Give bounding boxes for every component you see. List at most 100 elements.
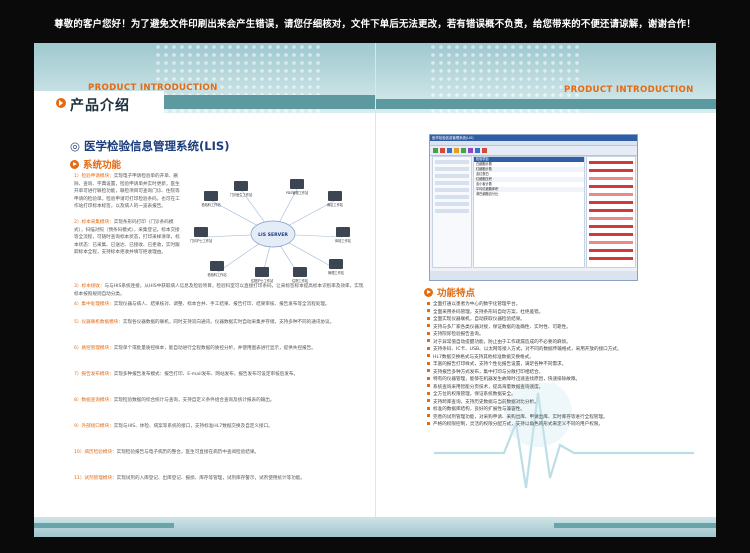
form-field	[435, 202, 469, 206]
feature-item: 特有的仪器管理，能够在机器发生故障时迅速查找原因，快速排除故障。	[427, 376, 682, 384]
sample-row	[589, 177, 633, 180]
sample-row	[589, 249, 633, 252]
sample-row	[589, 257, 633, 260]
node-label: 门诊医生工作站	[230, 192, 253, 197]
sample-row	[589, 233, 633, 236]
function-item-8: 8）数据查询模块：实现检验数据的综合统计与查询，支持自定义条件组合查询及统计报表…	[74, 397, 366, 421]
node-label: 检验科工作站	[201, 202, 221, 207]
function-item-1: 1）检验申请模块：实现电子申请检验单的开单、删除、查询、字典设置，检验申请单并实…	[74, 173, 184, 219]
computer-icon	[328, 191, 342, 201]
feature-item: 严格的权限控制，灵活的权限分配方式，支持以角色的形式来定义不同的用户权限。	[427, 421, 682, 429]
circle-bullet-icon: ◎	[70, 139, 85, 153]
item-number: 8）数据查询模块：	[74, 398, 114, 403]
tool-icon	[440, 148, 445, 153]
computer-icon	[234, 181, 248, 191]
server-label: LIS SERVER	[258, 232, 288, 238]
feature-item: 对于异常值自动提醒功能，防止由于工作疏漏造成的不必要的麻烦。	[427, 339, 682, 347]
item-number: 1）检验申请模块：	[74, 174, 114, 179]
form-field	[435, 181, 469, 185]
feature-item: 支持条码、IC卡、USB、以太网等接入方式，对不同的数据传输格式，采用开放的接口…	[427, 346, 682, 354]
feature-list: 全面打通以患者为中心的数字化管理平台。 全面采用条码管理，支持条形码自动方案，杜…	[427, 301, 682, 429]
computer-icon	[204, 191, 218, 201]
tool-icon	[468, 148, 473, 153]
sample-row	[589, 241, 633, 244]
page-title: 产品介绍	[70, 98, 130, 114]
function-item-11: 11）试剂管理模块：实现试剂的入库登记、出库登记、报损、库存等管理，试剂库存警示…	[74, 475, 366, 499]
sample-row	[589, 185, 633, 188]
item-number: 2）标本采集模块：	[74, 220, 114, 225]
section-title-text: 功能特点	[437, 288, 476, 299]
feature-item: 支持跨库查询，支持历史数据与当前数据对比分析。	[427, 399, 682, 407]
section-title-features: 功能特点	[424, 285, 475, 299]
play-bullet-icon	[70, 160, 79, 169]
computer-icon	[329, 259, 343, 269]
section-title-text: 系统功能	[83, 160, 122, 171]
node-label: 门诊护士工作站	[190, 238, 213, 243]
tool-icon	[447, 148, 452, 153]
tool-icon	[475, 148, 480, 153]
network-diagram: LIS SERVER 检验科工作站 门诊医生工作站 PDS管理工作站 病区工作站…	[190, 179, 352, 283]
item-text: 与与HIS系统连接，从HIS中获取病人信息及检验项目，检验科室可以直接打印条码，…	[74, 284, 364, 297]
form-field	[435, 167, 469, 171]
sample-row	[589, 209, 633, 212]
computer-icon	[293, 267, 307, 277]
function-item-6: 6）质控管理模块：实现单个或批量质控样本，能自动进行全程数据的质控分析，并使用图…	[74, 345, 366, 369]
header-en-left: PRODUCT INTRODUCTION	[88, 83, 218, 93]
sample-row	[589, 193, 633, 196]
computer-icon	[210, 261, 224, 271]
function-item-5: 5）仪器联机数据模块：实现各仪器数据的联机，同时支持双向通讯，仪器数据实时自动采…	[74, 319, 366, 343]
tool-icon	[482, 148, 487, 153]
node-label: 体检工作站	[335, 238, 352, 243]
computer-icon	[194, 227, 208, 237]
item-text: 实现单个或批量质控样本，能自动进行全程数据的质控分析，并使用图表进行显示，提供失…	[113, 346, 316, 351]
feature-item: 支持与多厂家各类仪器对接，保证数据的准确性、实时性、可靠性。	[427, 324, 682, 332]
item-number: 5）仪器联机数据模块：	[74, 320, 123, 325]
feature-item: 系统查询采用智能分页技术，提高海量数据查询速度。	[427, 384, 682, 392]
computer-icon	[290, 179, 304, 189]
form-field	[435, 195, 469, 199]
item-number: 9）外部接口模块：	[74, 424, 114, 429]
play-bullet-icon	[424, 288, 433, 297]
form-field	[435, 174, 469, 178]
system-title-text: 医学检验信息管理系统(LIS)	[84, 139, 230, 153]
sample-row	[589, 217, 633, 220]
item-text: 实现多种报告发布模式：报告打印、E-mail发布、网站发布，报告发布可设定审核后…	[113, 372, 299, 377]
item-text: 实现试剂的入库登记、出库登记、报损、库存等管理，试剂库存警示，试剂使用统计等功能…	[116, 476, 305, 481]
sample-list	[586, 156, 636, 268]
item-text: 实现条形码打印（门诊条码模式），扫描对照（预条码模式），采集登记，标本交接等全流…	[74, 220, 180, 256]
item-text: 实现仪器与病人、结果核对、调整、标本合并、手工结果、报告打印、结果审核、报告发布…	[113, 302, 330, 307]
section-title-functions: 系统功能	[70, 157, 121, 171]
feature-item: 全面打通以患者为中心的数字化管理平台。	[427, 301, 682, 309]
item-number: 3）标本接收：	[74, 284, 105, 289]
node-label: PDS管理工作站	[286, 190, 309, 195]
node-label: 管理工作站	[328, 270, 345, 275]
feature-item: 全面实现仪器联机，自动获取仪器检验结果。	[427, 316, 682, 324]
feature-item: 支持院际检验报告查询。	[427, 331, 682, 339]
item-number: 11）试剂管理模块：	[74, 476, 117, 481]
tool-icon	[454, 148, 459, 153]
sample-row	[589, 225, 633, 228]
sample-row	[589, 201, 633, 204]
item-text: 实现电子申请检验单的开单、删除、查询、字典设置，检验申请单并实时更新，医生开单可…	[74, 174, 180, 210]
feature-item: 支持报告多种方式发布，集中打印与分散打印相结合。	[427, 369, 682, 377]
function-item-4: 4）集中处理模块：实现仪器与病人、结果核对、调整、标本合并、手工结果、报告打印、…	[74, 301, 366, 317]
footer-strip-left	[34, 523, 174, 528]
customer-notice: 尊敬的客户您好！为了避免文件印刷出来会产生错误，请您仔细核对，文件下单后无法更改…	[54, 19, 696, 30]
item-text: 实现各仪器数据的联机，同时支持双向通讯，仪器数据实时自动采集并存储，支持多种不同…	[122, 320, 335, 325]
computer-icon	[255, 267, 269, 277]
page-spine	[375, 43, 376, 537]
function-item-7: 7）报告发布模块：实现多种报告发布模式：报告打印、E-mail发布、网站发布，报…	[74, 371, 366, 395]
computer-icon	[336, 227, 350, 237]
item-number: 10）病历检验模块：	[74, 450, 117, 455]
tool-icon	[461, 148, 466, 153]
result-table: 检验项目 白细胞计数 红细胞计数 血红蛋白 红细胞压积 血小板计数 平均红细胞体…	[473, 156, 585, 268]
feature-item: 标准的数据库结构，良好的扩展性与兼容性。	[427, 406, 682, 414]
document-spread: 尊敬的客户您好！为了避免文件印刷出来会产生错误，请您仔细核对，文件下单后无法更改…	[0, 0, 750, 553]
node-label: 检验科工作站	[207, 272, 227, 277]
function-item-10: 10）病历检验模块：实现检验报告与电子病历的整合，医生可直接在病历中查阅检验结果…	[74, 449, 366, 473]
patient-form	[432, 156, 472, 268]
item-text: 实现与HIS、体检、病案等系统的接口，支持标准HL7数据交换及自定义接口。	[113, 424, 273, 429]
feature-item: 完善的试剂管理功能，对采购申请、采购出库、申请出库、实时库存等进行全程管理。	[427, 414, 682, 422]
brochure-sheet: PRODUCT INTRODUCTION PRODUCT INTRODUCTIO…	[34, 43, 716, 537]
tool-icon	[433, 148, 438, 153]
